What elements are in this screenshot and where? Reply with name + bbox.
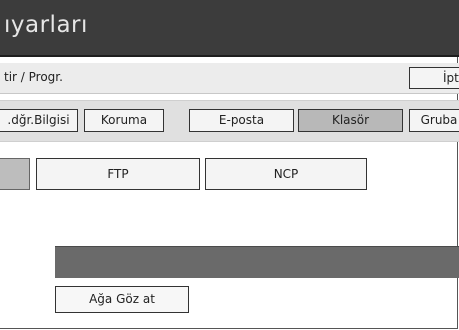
cancel-button[interactable]: İpt: [409, 67, 459, 89]
browse-network-button[interactable]: Ağa Göz at: [55, 286, 189, 313]
ftp-button[interactable]: FTP: [36, 158, 200, 190]
tab-bar: .dğr.Bilgisi Koruma E-posta Klasör Gruba: [0, 100, 459, 142]
tab-protection[interactable]: Koruma: [84, 109, 164, 132]
page-title: ıyarları: [4, 12, 88, 38]
tab-email[interactable]: E-posta: [189, 109, 294, 132]
path-bar: tir / Progr. İpt: [0, 63, 459, 94]
tab-group[interactable]: Gruba: [409, 109, 459, 132]
smb-tab-selected[interactable]: [0, 158, 30, 190]
tab-folder[interactable]: Klasör: [298, 109, 403, 132]
path-display-field: [55, 246, 459, 278]
path-text: tir / Progr.: [4, 70, 63, 84]
title-bar: ıyarları: [0, 0, 459, 57]
ncp-button[interactable]: NCP: [205, 158, 367, 190]
tab-user-info[interactable]: .dğr.Bilgisi: [0, 109, 78, 132]
